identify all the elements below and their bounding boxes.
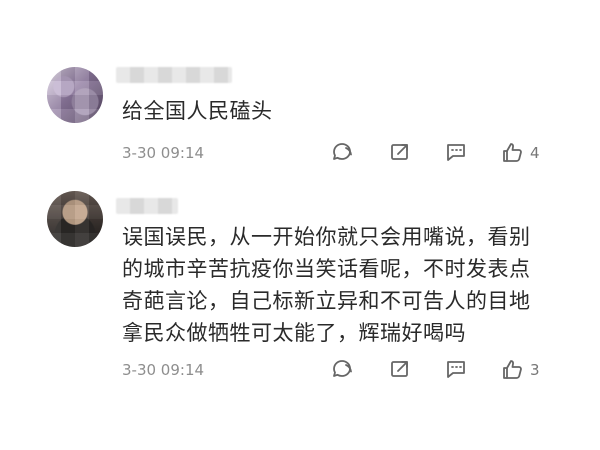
like-button[interactable]: 3 xyxy=(500,357,540,383)
comment-list: 给全国人民磕头 3-30 09:14 4 误国误民，从一开始你就只会用嘴说，看别… xyxy=(0,0,600,450)
comment-meta: 3-30 09:14 xyxy=(122,140,562,166)
comment-text: 误国误民，从一开始你就只会用嘴说，看别 的城市辛苦抗疫你当笑话看呢，不时发表点 … xyxy=(122,225,531,345)
like-count: 3 xyxy=(530,361,540,379)
username-redacted xyxy=(116,67,232,83)
reply-icon[interactable] xyxy=(331,357,357,383)
username-redacted xyxy=(116,198,178,214)
avatar[interactable] xyxy=(47,67,103,123)
thumbs-up-icon xyxy=(500,358,524,382)
like-count: 4 xyxy=(530,144,540,162)
comment-timestamp: 3-30 09:14 xyxy=(122,361,205,379)
share-icon[interactable] xyxy=(388,140,414,166)
comment-icon[interactable] xyxy=(444,140,470,166)
comment-meta: 3-30 09:14 xyxy=(122,357,562,383)
comment-timestamp: 3-30 09:14 xyxy=(122,144,205,162)
reply-icon[interactable] xyxy=(331,140,357,166)
comment-icon[interactable] xyxy=(444,357,470,383)
like-button[interactable]: 4 xyxy=(500,140,540,166)
avatar[interactable] xyxy=(47,191,103,247)
thumbs-up-icon xyxy=(500,141,524,165)
share-icon[interactable] xyxy=(388,357,414,383)
comment-text: 给全国人民磕头 xyxy=(122,99,273,123)
